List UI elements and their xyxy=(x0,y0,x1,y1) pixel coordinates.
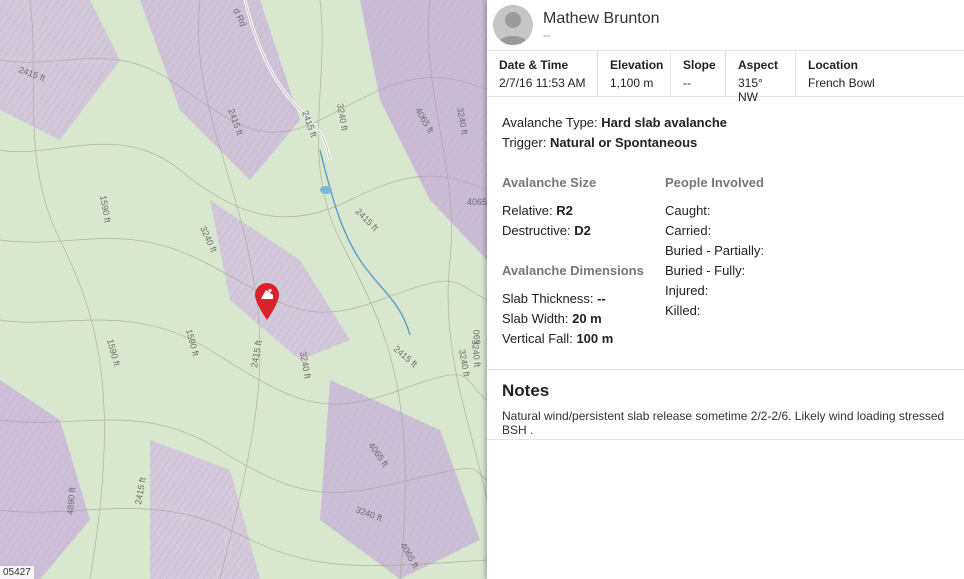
stat-label: Aspect xyxy=(738,58,779,72)
stat-label: Slope xyxy=(683,58,716,72)
slab-width: Slab Width: 20 m xyxy=(502,309,665,329)
stat-value: 1,100 m xyxy=(610,76,654,90)
observation-panel: Mathew Brunton -- Date & Time 2/7/16 11:… xyxy=(487,0,964,579)
map-view[interactable]: 2415 ft 2415 ft 2415 ft 3240 ft 4065 ft 3240 … xyxy=(0,0,487,579)
map-scale: 05427 xyxy=(0,566,34,579)
user-avatar-icon[interactable] xyxy=(493,5,533,45)
stat-value: French Bowl xyxy=(808,76,875,90)
stat-value: 2/7/16 11:53 AM xyxy=(499,76,586,90)
avalanche-dimensions-title: Avalanche Dimensions xyxy=(502,263,644,278)
stat-date-time: Date & Time 2/7/16 11:53 AM xyxy=(487,51,598,96)
people-carried: Carried: xyxy=(665,223,712,238)
size-destructive: Destructive: D2 xyxy=(502,221,665,241)
avalanche-marker-icon[interactable] xyxy=(252,281,282,321)
vertical-fall-label: Vertical Fall: xyxy=(502,331,573,346)
stat-label: Elevation xyxy=(610,58,664,72)
contour-label: 4065 xyxy=(467,197,487,207)
observer-name[interactable]: Mathew Brunton xyxy=(543,10,660,28)
observation-details: Avalanche Type: Hard slab avalanche Trig… xyxy=(487,97,964,349)
people-caught: Caught: xyxy=(665,203,711,218)
people-killed: Killed: xyxy=(665,303,701,318)
observation-stats: Date & Time 2/7/16 11:53 AM Elevation 1,… xyxy=(487,51,964,104)
notes-section: Notes Natural wind/persistent slab relea… xyxy=(487,369,964,440)
stat-elevation: Elevation 1,100 m xyxy=(598,51,671,96)
vertical-fall-value: 100 m xyxy=(576,331,614,346)
slab-width-value: 20 m xyxy=(572,311,602,326)
people-involved-title: People Involved xyxy=(665,175,764,190)
stat-aspect: Aspect 315° NW xyxy=(726,51,796,104)
observer-affiliation: -- xyxy=(543,30,551,42)
size-relative-value: R2 xyxy=(556,203,573,218)
avalanche-type-value: Hard slab avalanche xyxy=(601,115,728,130)
notes-title: Notes xyxy=(502,381,550,400)
contour-label: 069 xyxy=(471,329,482,345)
stat-label: Date & Time xyxy=(499,58,569,72)
stat-value: 315° NW xyxy=(738,76,763,104)
size-relative: Relative: R2 xyxy=(502,201,665,221)
stat-label: Location xyxy=(808,58,858,72)
stat-location: Location French Bowl xyxy=(796,51,916,96)
vertical-fall: Vertical Fall: 100 m xyxy=(502,329,665,349)
size-destructive-label: Destructive: xyxy=(502,223,571,238)
trigger-label: Trigger: xyxy=(502,135,547,150)
topo-map[interactable]: 2415 ft2415 ft 2415 ft 3240 ft 4065 ft 3240 … xyxy=(0,0,487,579)
people-buried-partially: Buried - Partially: xyxy=(665,243,764,258)
size-relative-label: Relative: xyxy=(502,203,553,218)
observer-header: Mathew Brunton -- xyxy=(487,0,964,51)
slab-thickness-value: -- xyxy=(597,291,606,306)
slab-width-label: Slab Width: xyxy=(502,311,569,326)
avalanche-size-title: Avalanche Size xyxy=(502,175,597,190)
slab-thickness: Slab Thickness: -- xyxy=(502,289,665,309)
slab-thickness-label: Slab Thickness: xyxy=(502,291,594,306)
stat-value: -- xyxy=(683,76,691,90)
trigger-value: Natural or Spontaneous xyxy=(549,135,698,150)
people-injured: Injured: xyxy=(665,283,709,298)
people-buried-fully: Buried - Fully: xyxy=(665,263,746,278)
stat-slope: Slope -- xyxy=(671,51,726,96)
avalanche-type: Avalanche Type: Hard slab avalanche xyxy=(502,113,949,133)
size-destructive-value: D2 xyxy=(574,223,591,238)
trigger: Trigger: Natural or Spontaneous xyxy=(502,133,949,153)
avalanche-type-label: Avalanche Type: xyxy=(502,115,598,130)
notes-text: Natural wind/persistent slab release som… xyxy=(502,409,945,437)
